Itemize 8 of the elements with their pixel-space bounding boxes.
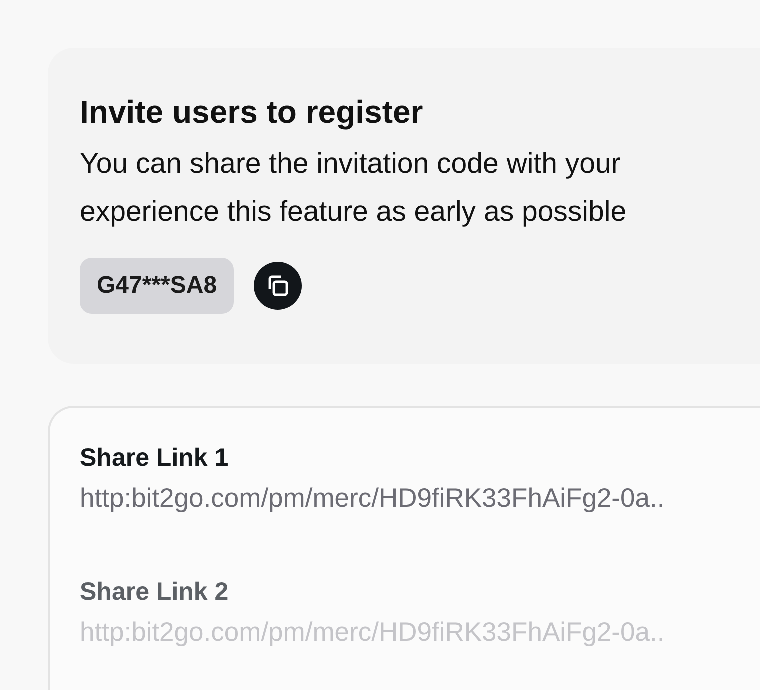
copy-button[interactable] [254, 262, 302, 310]
invitation-code: G47***SA8 [80, 258, 234, 314]
description-text: You can share the invitation code with your [80, 147, 622, 182]
invite-title: Invite users to register [80, 93, 424, 132]
share-link-label: Share Link 2 [80, 577, 230, 608]
description-text: experience this feature as early as possible [80, 195, 628, 230]
share-link-label: Share Link 1 [80, 443, 230, 474]
share-link-url[interactable]: http:bit2go.com/pm/merc/HD9fiRK33FhAiFg2-0a.. [80, 478, 760, 518]
